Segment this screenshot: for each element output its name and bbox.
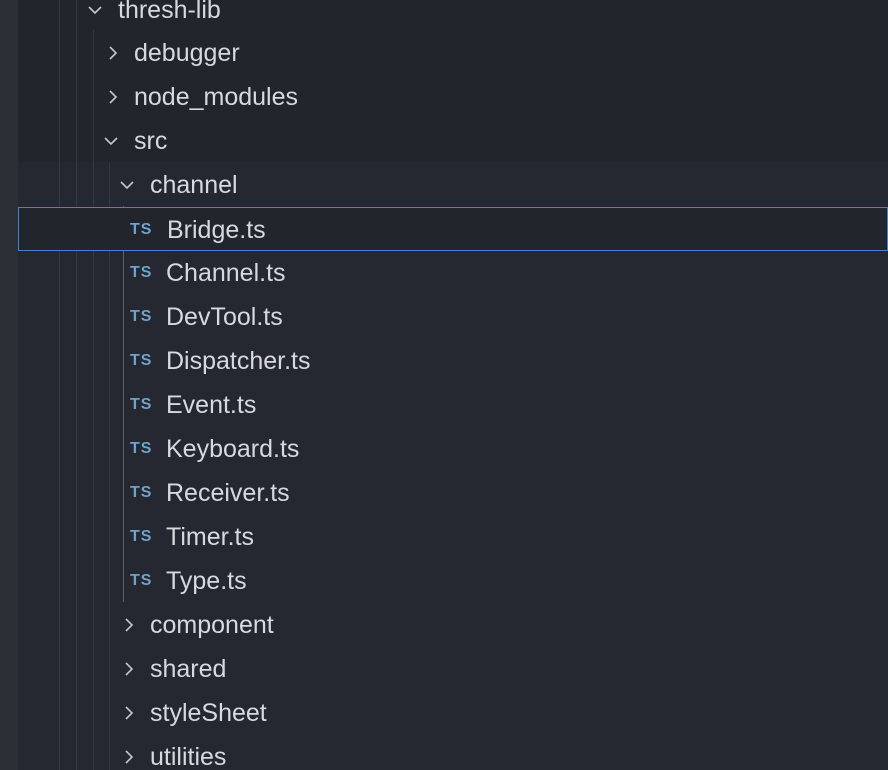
file-label: Channel.ts (166, 259, 286, 287)
tree-folder-utilities[interactable]: utilities (18, 735, 888, 770)
folder-label: styleSheet (150, 699, 267, 727)
file-label: Bridge.ts (167, 216, 266, 244)
tree-file-channel-ts[interactable]: TS Channel.ts (18, 251, 888, 295)
folder-label: thresh-lib (118, 0, 221, 24)
typescript-file-icon: TS (130, 572, 153, 589)
tree-folder-node-modules[interactable]: node_modules (18, 75, 888, 119)
tree-file-type-ts[interactable]: TS Type.ts (18, 559, 888, 603)
tree-folder-src[interactable]: src (18, 119, 888, 163)
typescript-file-icon: TS (130, 308, 153, 325)
chevron-right-icon (118, 735, 138, 770)
tree-file-keyboard-ts[interactable]: TS Keyboard.ts (18, 427, 888, 471)
folder-label: utilities (150, 743, 227, 770)
typescript-file-icon: TS (130, 484, 153, 501)
typescript-file-icon: TS (130, 352, 153, 369)
typescript-file-icon: TS (130, 528, 153, 545)
file-explorer: thresh-lib debugger node_modules src cha… (0, 0, 888, 770)
file-label: Keyboard.ts (166, 435, 300, 463)
file-label: Event.ts (166, 391, 257, 419)
chevron-right-icon (118, 691, 138, 735)
file-label: Dispatcher.ts (166, 347, 311, 375)
chevron-right-icon (102, 31, 122, 75)
typescript-file-icon: TS (130, 440, 153, 457)
chevron-down-icon (84, 0, 104, 32)
typescript-file-icon: TS (130, 221, 153, 238)
file-label: Type.ts (166, 567, 247, 595)
chevron-right-icon (102, 75, 122, 119)
tree-file-timer-ts[interactable]: TS Timer.ts (18, 515, 888, 559)
tree-folder-channel[interactable]: channel (18, 163, 888, 207)
chevron-down-icon (100, 119, 120, 163)
file-label: Timer.ts (166, 523, 254, 551)
folder-label: node_modules (134, 83, 299, 111)
folder-label: src (134, 127, 168, 155)
chevron-right-icon (118, 647, 138, 691)
folder-label: debugger (134, 39, 240, 67)
typescript-file-icon: TS (130, 264, 153, 281)
chevron-right-icon (118, 603, 138, 647)
tree-file-bridge-ts[interactable]: TS Bridge.ts (18, 207, 888, 251)
tree-file-devtool-ts[interactable]: TS DevTool.ts (18, 295, 888, 339)
tree-file-dispatcher-ts[interactable]: TS Dispatcher.ts (18, 339, 888, 383)
folder-label: component (150, 611, 274, 639)
tree-file-event-ts[interactable]: TS Event.ts (18, 383, 888, 427)
tree-folder-shared[interactable]: shared (18, 647, 888, 691)
typescript-file-icon: TS (130, 396, 153, 413)
tree-folder-stylesheet[interactable]: styleSheet (18, 691, 888, 735)
tree-folder-thresh-lib[interactable]: thresh-lib (18, 0, 888, 32)
tree-file-receiver-ts[interactable]: TS Receiver.ts (18, 471, 888, 515)
side-strip (0, 0, 18, 770)
file-label: DevTool.ts (166, 303, 283, 331)
tree-folder-debugger[interactable]: debugger (18, 31, 888, 75)
tree-folder-component[interactable]: component (18, 603, 888, 647)
folder-label: shared (150, 655, 227, 683)
chevron-down-icon (116, 163, 136, 207)
file-label: Receiver.ts (166, 479, 290, 507)
folder-label: channel (150, 171, 238, 199)
